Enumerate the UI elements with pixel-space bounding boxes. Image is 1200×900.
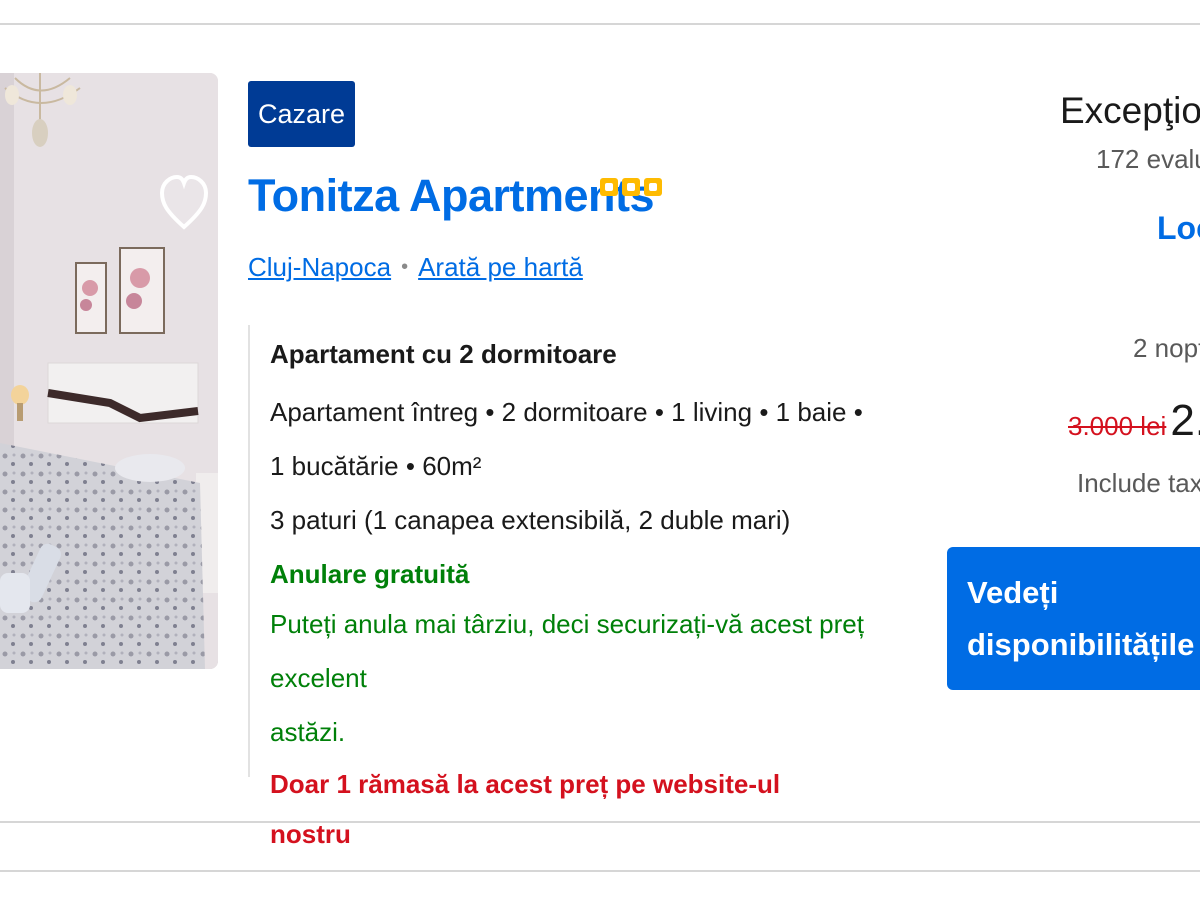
property-type-badge: Cazare bbox=[248, 81, 356, 147]
search-result-page: Cazare Tonitza Apartments Cluj-Napoca • … bbox=[0, 0, 1200, 900]
location-score-label[interactable]: Loca bbox=[1157, 210, 1200, 247]
divider-bottom bbox=[0, 870, 1200, 872]
see-availability-button[interactable]: Vedeți disponibilitățile bbox=[947, 547, 1200, 690]
rating-square-icon bbox=[600, 178, 618, 196]
rating-square-icon bbox=[622, 178, 640, 196]
city-link[interactable]: Cluj-Napoca bbox=[248, 252, 391, 283]
property-photo[interactable] bbox=[0, 73, 218, 669]
separator-dot: • bbox=[401, 256, 409, 278]
show-on-map-link[interactable]: Arată pe hartă bbox=[418, 252, 583, 283]
divider-middle bbox=[0, 821, 1200, 823]
room-name: Apartament cu 2 dormitoare bbox=[270, 339, 617, 369]
review-score-label[interactable]: Excepţiona bbox=[1060, 90, 1200, 132]
room-meta-line2: 1 bucătărie • 60m² bbox=[270, 451, 482, 481]
room-meta: Apartament întreg • 2 dormitoare • 1 liv… bbox=[270, 385, 868, 493]
taxes-note: Include taxe bbox=[1077, 468, 1200, 498]
discounted-price: 2.9 bbox=[1170, 396, 1200, 445]
free-cancellation-label: Anulare gratuită bbox=[270, 559, 470, 589]
cancellation-desc-line2: astăzi. bbox=[270, 717, 346, 747]
review-count: 172 evaluă bbox=[1096, 144, 1200, 174]
bedroom-image bbox=[0, 73, 218, 669]
star-rating bbox=[600, 178, 662, 196]
favorite-heart-icon[interactable] bbox=[160, 173, 208, 233]
original-price: 3.000 lei bbox=[1068, 411, 1167, 441]
cancellation-description: Puteți anula mai târziu, deci securizați… bbox=[270, 597, 868, 759]
cancellation-desc-line1: Puteți anula mai târziu, deci securizați… bbox=[270, 609, 864, 693]
price-row: 3.000 lei 2.9 bbox=[1068, 396, 1200, 446]
rating-square-icon bbox=[644, 178, 662, 196]
scarcity-message: Doar 1 rămasă la acest preț pe website-u… bbox=[270, 769, 781, 849]
room-meta-line1: Apartament întreg • 2 dormitoare • 1 liv… bbox=[270, 397, 863, 427]
location-line: Cluj-Napoca • Arată pe hartă bbox=[248, 252, 583, 283]
property-title-link[interactable]: Tonitza Apartments bbox=[248, 166, 655, 226]
room-beds: 3 paturi (1 canapea extensibilă, 2 duble… bbox=[270, 505, 791, 535]
room-details: Apartament cu 2 dormitoare Apartament în… bbox=[248, 325, 868, 849]
divider-top bbox=[0, 23, 1200, 25]
stay-length: 2 nopț bbox=[1133, 333, 1200, 363]
